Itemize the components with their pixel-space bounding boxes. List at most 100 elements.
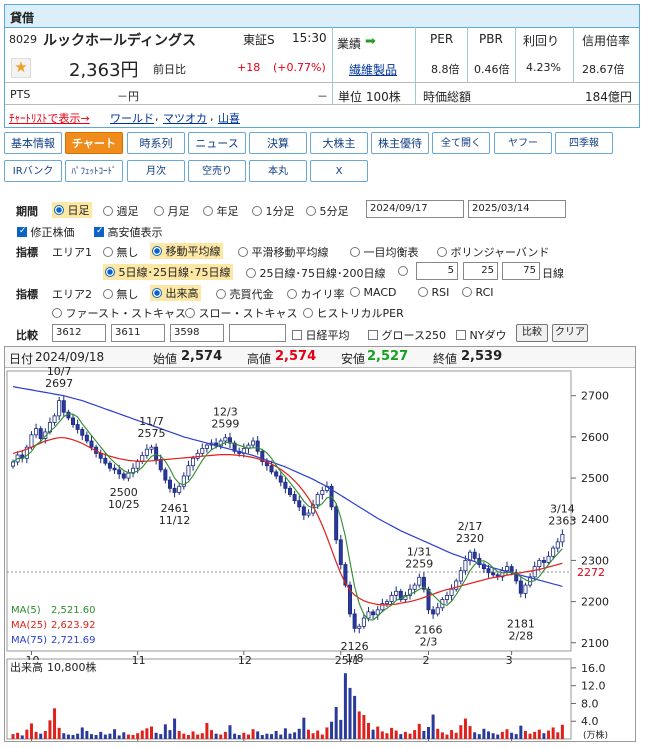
compare-nydow[interactable]: NYダウ — [456, 327, 506, 343]
compare-input-2[interactable]: 3611 — [111, 324, 165, 342]
yield-label: 利回り — [523, 34, 560, 48]
area2-deviation[interactable]: カイリ率 — [287, 286, 345, 302]
period-daily[interactable]: 日足 — [52, 202, 92, 218]
period-monthly[interactable]: 月足 — [154, 203, 190, 219]
open-all-button[interactable]: 全て開く — [432, 132, 490, 154]
ma-preset-5-25-75[interactable]: 5日線･25日線･75日線 — [103, 264, 233, 280]
related-link-yamaki[interactable]: 山喜 — [218, 110, 240, 126]
ma-preset-25-75-200[interactable]: 25日線･75日線･200日線 — [246, 265, 386, 281]
area2-macd[interactable]: MACD — [350, 286, 396, 299]
tab-monthly[interactable]: 月次 — [127, 160, 185, 182]
volume-bar — [339, 719, 343, 739]
ma-custom-radio[interactable] — [398, 265, 408, 278]
tab-shareholder-perks[interactable]: 株主優待 — [371, 132, 429, 154]
earnings-label[interactable]: 業績 — [337, 35, 361, 52]
candle-body — [523, 584, 528, 594]
area2-fast-stoch[interactable]: ファースト・ストキャス — [52, 305, 186, 321]
related-link-world[interactable]: ワールド — [110, 110, 154, 126]
volume-bar — [76, 733, 80, 739]
current-price-label: 2272 — [577, 566, 605, 579]
period-yearly[interactable]: 年足 — [203, 203, 239, 219]
volume-bar — [560, 724, 564, 739]
period-1min[interactable]: 1分足 — [252, 203, 295, 219]
area2-slow-stoch[interactable]: スロー・ストキャス — [185, 305, 298, 321]
compare-input-4[interactable] — [229, 324, 286, 342]
tab-timeseries[interactable]: 時系列 — [127, 132, 185, 154]
market-cap-value: 184億円 — [585, 90, 632, 104]
tab-major-holders[interactable]: 大株主 — [310, 132, 368, 154]
volume-bar — [348, 687, 352, 739]
tab-ir-bank[interactable]: IRバンク — [4, 160, 62, 182]
volume-bar — [468, 726, 472, 739]
volume-bar — [500, 731, 504, 739]
compare-input-1[interactable]: 3612 — [52, 324, 106, 342]
ma-custom-3[interactable]: 75 — [502, 262, 540, 280]
area1-ichimoku[interactable]: 一目均衡表 — [350, 244, 419, 260]
tab-earnings[interactable]: 決算 — [249, 132, 307, 154]
tab-honmaru[interactable]: 本丸 — [249, 160, 307, 182]
candle-body — [200, 448, 205, 454]
volume-bar — [219, 734, 223, 739]
volume-bar — [362, 715, 366, 739]
volume-bar — [191, 731, 195, 739]
tab-x[interactable]: X — [310, 160, 368, 182]
date-from-input[interactable]: 2024/09/17 — [366, 200, 464, 218]
ma-custom-1[interactable]: 5 — [416, 262, 458, 280]
high-annotation-value: 2575 — [138, 427, 166, 440]
candle-body — [320, 490, 325, 495]
area1-none[interactable]: 無し — [103, 244, 139, 260]
tab-news[interactable]: ニュース — [188, 132, 246, 154]
area1-smoothed-ma[interactable]: 平滑移動平均線 — [238, 244, 329, 260]
period-weekly[interactable]: 週足 — [103, 203, 139, 219]
area2-rci[interactable]: RCI — [462, 286, 494, 299]
candle-body — [541, 560, 546, 563]
area2-hist-per[interactable]: ヒストリカルPER — [303, 305, 404, 321]
period-5min[interactable]: 5分足 — [306, 203, 349, 219]
candle-body — [486, 568, 491, 574]
tab-perfect-code[interactable]: ﾊﾟﾌｪｯﾄｺｰﾄﾞ — [65, 160, 123, 182]
compare-button[interactable]: 比較 — [516, 324, 548, 342]
tab-yahoo[interactable]: ヤフー — [494, 132, 552, 154]
candle-body — [57, 400, 62, 417]
clear-button[interactable]: クリア — [552, 324, 588, 342]
related-link-matsuoka[interactable]: マツオカ — [163, 110, 207, 126]
candle-body — [274, 471, 279, 477]
candle-body — [371, 611, 376, 616]
volume-bar — [542, 733, 546, 739]
stock-name: ルックホールディングス — [43, 33, 197, 49]
area2-volume[interactable]: 出来高 — [150, 285, 201, 301]
area1-moving-average[interactable]: 移動平均線 — [150, 243, 223, 259]
compare-growth250[interactable]: グロース250 — [368, 327, 446, 343]
area1-bollinger[interactable]: ボリンジャーバンド — [437, 244, 549, 260]
candle-body — [334, 506, 339, 541]
area2-turnover[interactable]: 売買代金 — [216, 286, 274, 302]
compare-input-3[interactable]: 3598 — [170, 324, 224, 342]
candle-body — [84, 434, 89, 442]
tab-short-selling[interactable]: 空売り — [188, 160, 246, 182]
area2-none[interactable]: 無し — [103, 286, 139, 302]
adjusted-price-checkbox[interactable]: 修正株価 — [17, 224, 75, 240]
favorite-star-icon[interactable]: ★ — [11, 58, 31, 78]
price-chart[interactable]: 2100220023002400250026002700227210111225… — [5, 367, 635, 741]
volume-bar — [366, 723, 370, 739]
tab-basic-info[interactable]: 基本情報 — [4, 132, 62, 154]
ma-custom-2[interactable]: 25 — [463, 262, 498, 280]
industry-link[interactable]: 繊維製品 — [349, 61, 397, 78]
volume-bar — [528, 733, 532, 739]
chart-panel: 日付 2024/09/18 始値 2,574 高値 2,574 安値 2,527… — [4, 346, 636, 742]
area2-rsi[interactable]: RSI — [418, 286, 449, 299]
candle-body — [389, 595, 394, 602]
volume-bar — [353, 695, 357, 739]
volume-bar — [117, 735, 121, 739]
tab-chart[interactable]: チャート — [65, 132, 123, 154]
tab-shikiho[interactable]: 四季報 — [555, 132, 613, 154]
compare-nikkei[interactable]: 日経平均 — [292, 327, 350, 343]
chart-list-link[interactable]: ﾁｬｰﾄﾘｽﾄで表示→ — [9, 110, 90, 126]
highlow-checkbox[interactable]: 高安値表示 — [94, 224, 163, 240]
volume-bar — [376, 726, 380, 739]
candle-body — [297, 500, 302, 508]
margin-ratio-value: 28.67倍 — [582, 63, 625, 76]
arrow-right-icon[interactable]: ➡ — [365, 34, 376, 49]
date-to-input[interactable]: 2025/03/14 — [468, 200, 566, 218]
volume-bar — [163, 724, 167, 739]
